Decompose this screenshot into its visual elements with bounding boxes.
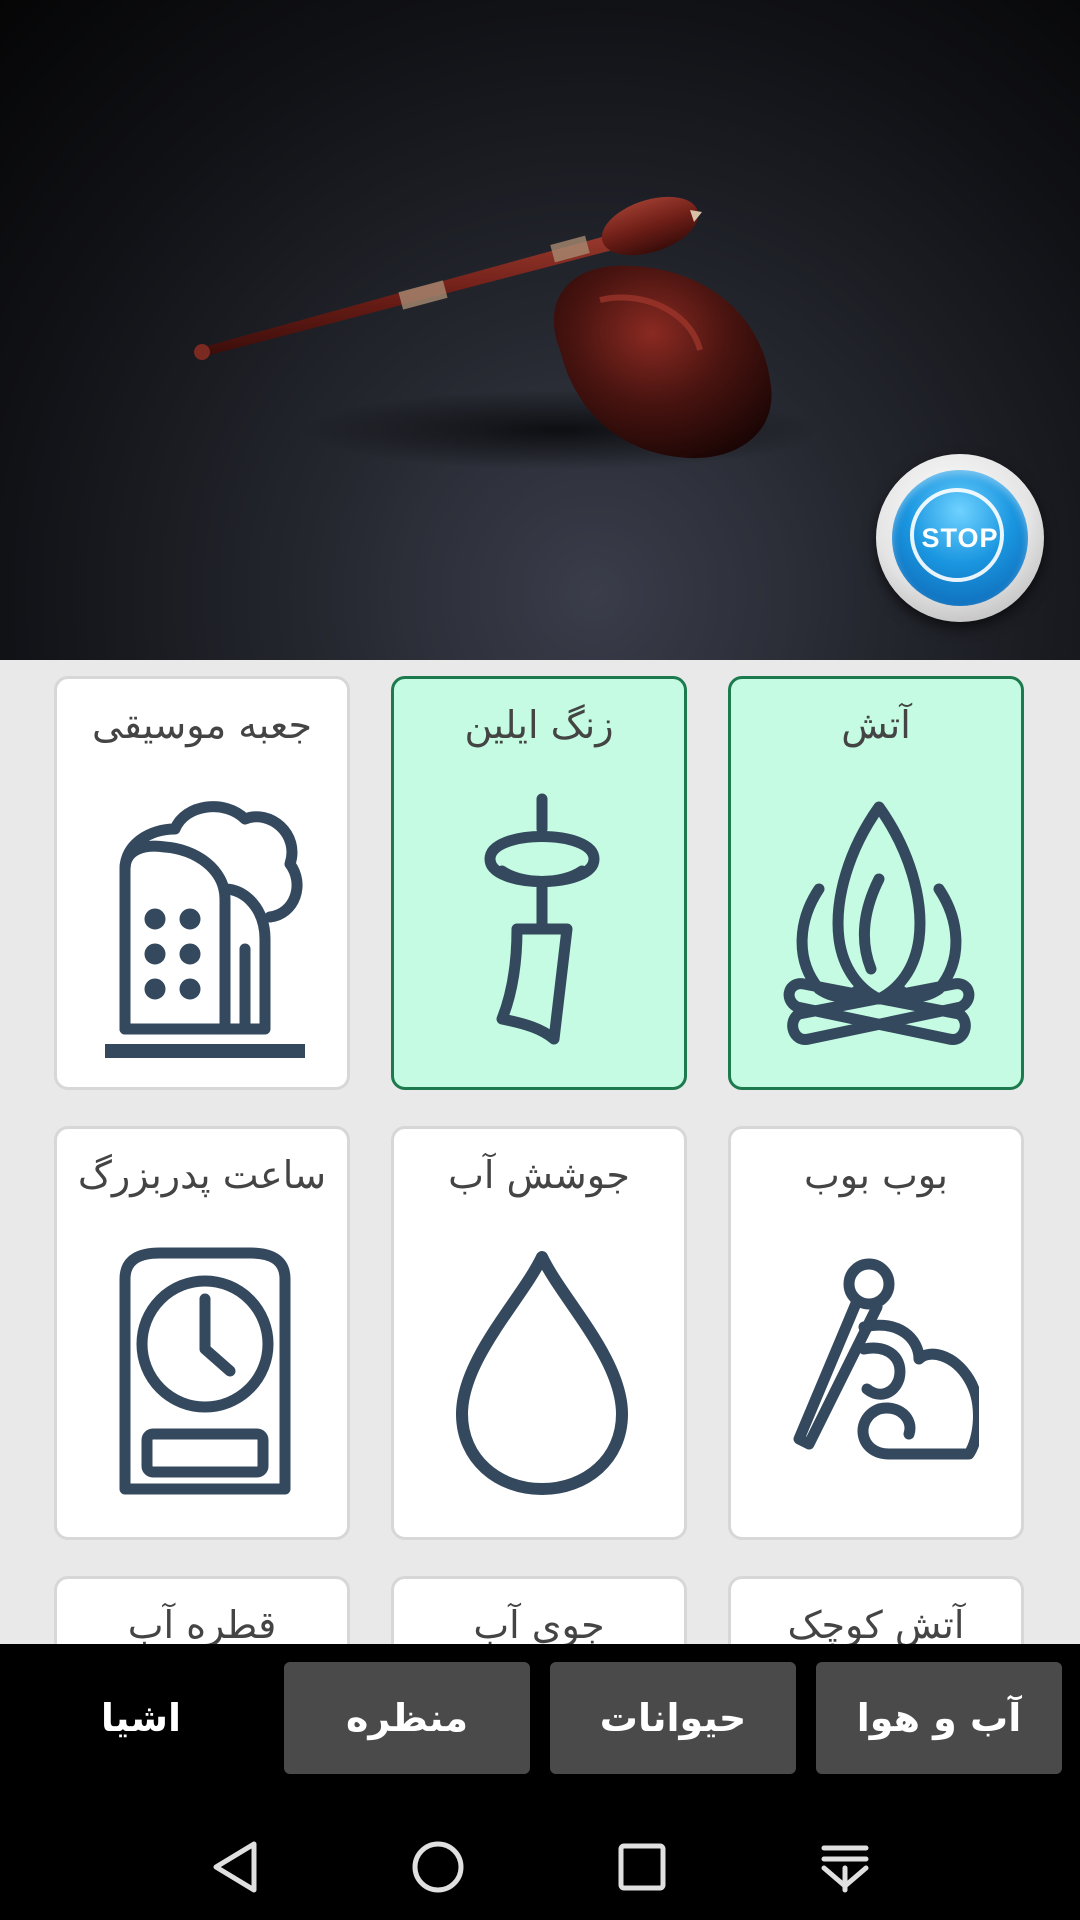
tab-weather[interactable]: آب و هوا bbox=[816, 1662, 1062, 1774]
sound-card-bob-bob[interactable]: بوب بوب bbox=[728, 1126, 1024, 1540]
sound-card-label: آتش کوچک bbox=[787, 1603, 965, 1644]
sound-card-label: جعبه موسیقی bbox=[92, 703, 312, 747]
sound-card-water-drop[interactable]: قطره آب bbox=[54, 1576, 350, 1644]
bob-bob-icon bbox=[793, 1258, 979, 1460]
sound-card-label: بوب بوب bbox=[803, 1153, 949, 1197]
music-box-icon bbox=[105, 801, 305, 1058]
tab-objects[interactable]: اشیا bbox=[18, 1662, 264, 1774]
sound-card-grandfather-clock[interactable]: ساعت پدربزرگ bbox=[54, 1126, 350, 1540]
home-icon[interactable] bbox=[403, 1832, 473, 1902]
stop-icon: STOP bbox=[892, 470, 1028, 606]
sound-card-wind-chime[interactable]: زنگ ایلین bbox=[391, 676, 687, 1090]
category-tab-bar: آب و هوا حیوانات منظره اشیا bbox=[0, 1644, 1080, 1808]
sound-card-label: قطره آب bbox=[127, 1603, 277, 1644]
sound-card-label: ساعت پدربزرگ bbox=[77, 1153, 327, 1197]
system-nav-bar bbox=[0, 1808, 1080, 1920]
recents-icon[interactable] bbox=[607, 1832, 677, 1902]
water-drop-icon bbox=[456, 1251, 628, 1495]
campfire-icon bbox=[783, 801, 975, 1045]
sound-card-music-box[interactable]: جعبه موسیقی bbox=[54, 676, 350, 1090]
tab-animals[interactable]: حیوانات bbox=[550, 1662, 796, 1774]
sound-grid: آتش زنگ ایلین جعبه موسیقی بوب بوب جوشش آ… bbox=[0, 660, 1080, 1644]
grandfather-clock-icon bbox=[119, 1247, 291, 1495]
notifications-pull-icon[interactable] bbox=[810, 1832, 880, 1902]
sound-card-boiling-water[interactable]: جوشش آب bbox=[391, 1126, 687, 1540]
sound-card-fire[interactable]: آتش bbox=[728, 676, 1024, 1090]
stop-button-label: STOP bbox=[921, 522, 999, 553]
sound-card-label: جوشش آب bbox=[448, 1153, 630, 1197]
stop-button[interactable]: STOP bbox=[876, 454, 1044, 622]
wind-chime-icon bbox=[484, 793, 600, 1045]
hero-image: STOP bbox=[0, 0, 1080, 660]
sound-card-label: زنگ ایلین bbox=[464, 703, 614, 747]
sound-card-label: جوی آب bbox=[473, 1603, 605, 1644]
sound-card-small-fire[interactable]: آتش کوچک bbox=[728, 1576, 1024, 1644]
tab-landscape[interactable]: منظره bbox=[284, 1662, 530, 1774]
sound-card-stream[interactable]: جوی آب bbox=[391, 1576, 687, 1644]
back-icon[interactable] bbox=[200, 1832, 270, 1902]
sound-card-label: آتش bbox=[841, 703, 911, 747]
